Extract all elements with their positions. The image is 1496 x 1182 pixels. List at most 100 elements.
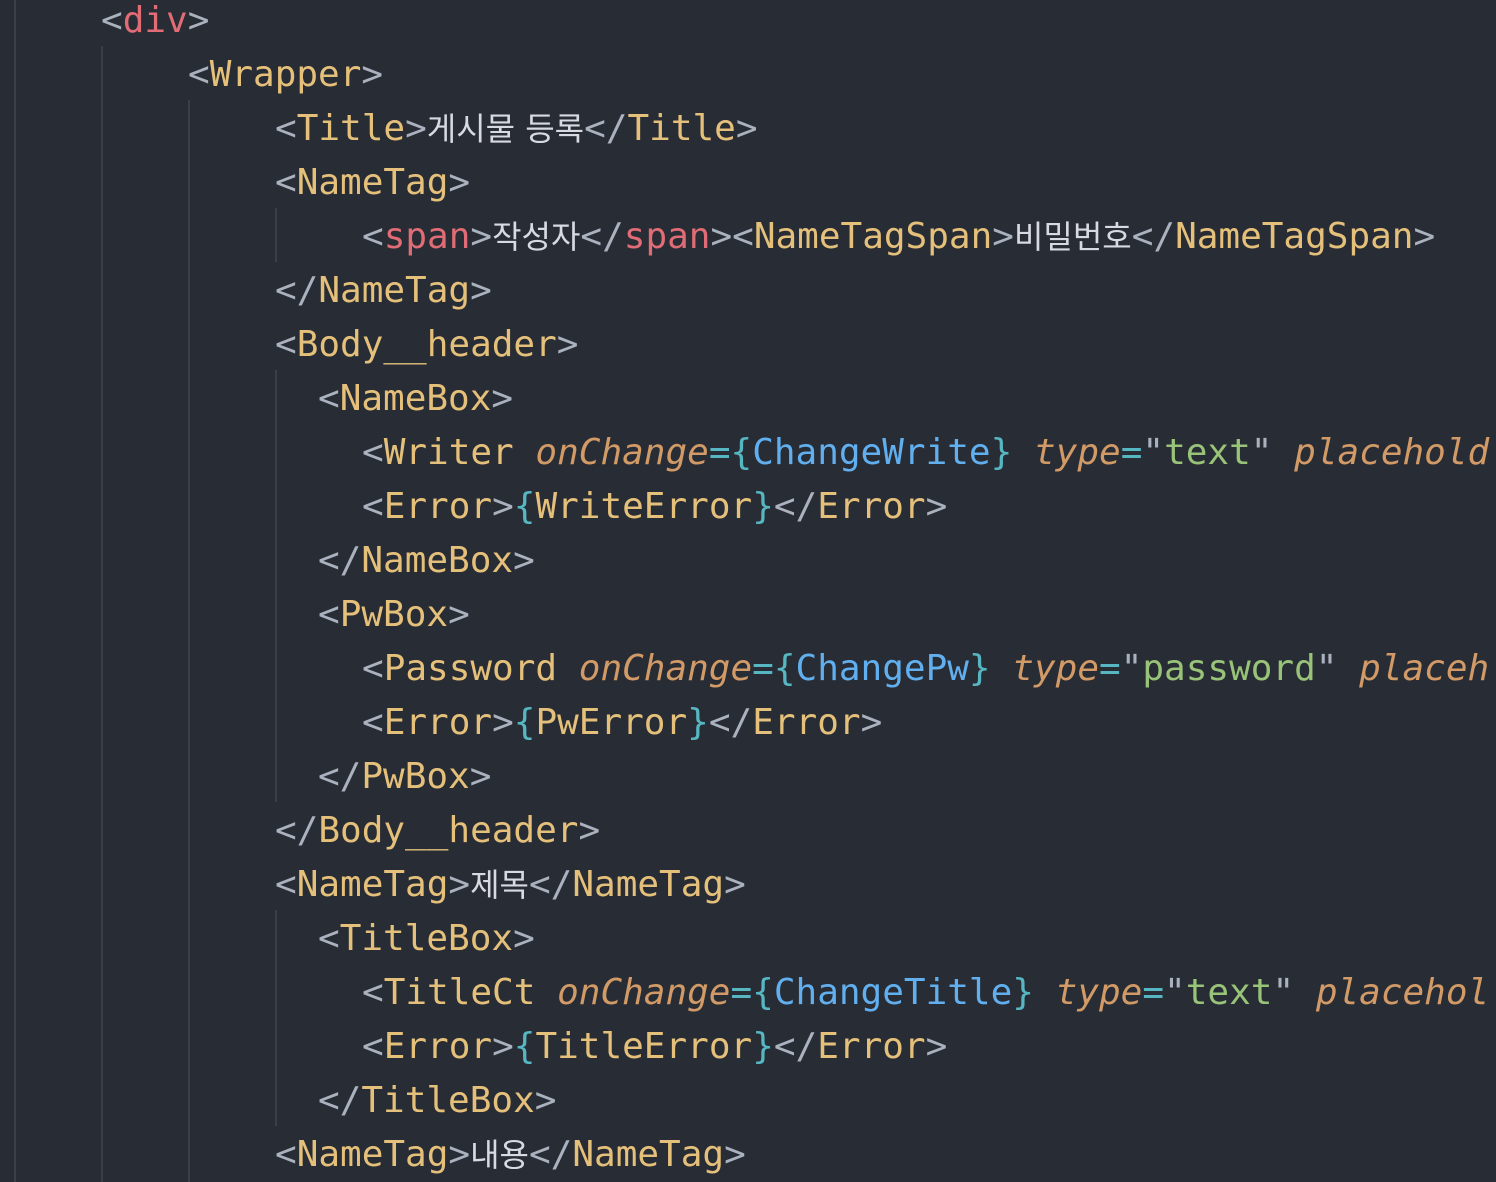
code-token: < bbox=[362, 1026, 384, 1067]
code-token: TitleError bbox=[535, 1026, 753, 1067]
code-token: < bbox=[275, 162, 297, 203]
code-token: Error bbox=[752, 702, 861, 743]
code-token: ChangePw bbox=[795, 648, 969, 689]
code-editor[interactable]: <div> <Wrapper> <Title>게시물 등록</Title> <N… bbox=[0, 0, 1496, 1182]
code-line[interactable]: <TitleBox> bbox=[318, 912, 535, 966]
code-token: </ bbox=[584, 108, 628, 149]
code-token: > bbox=[556, 324, 579, 365]
code-token: type bbox=[1012, 648, 1099, 689]
code-token: < bbox=[275, 324, 297, 365]
code-token: " bbox=[1315, 648, 1338, 689]
code-token: < bbox=[362, 972, 384, 1013]
code-token: span bbox=[623, 216, 711, 257]
code-token: PwBox bbox=[339, 594, 449, 635]
code-token: > bbox=[405, 108, 427, 149]
code-token: Error bbox=[383, 1026, 493, 1067]
code-line[interactable]: <NameBox> bbox=[318, 372, 513, 426]
code-line[interactable]: <PwBox> bbox=[318, 588, 470, 642]
code-token: > bbox=[534, 1080, 557, 1121]
code-token: < bbox=[101, 0, 123, 41]
code-token: = bbox=[1120, 432, 1143, 473]
code-token: div bbox=[122, 0, 188, 41]
code-line[interactable]: <TitleCt onChange={ChangeTitle} type="te… bbox=[362, 966, 1489, 1020]
code-line[interactable]: <Wrapper> bbox=[188, 48, 383, 102]
code-line[interactable]: <div> bbox=[101, 0, 209, 48]
code-token: = bbox=[752, 648, 774, 689]
code-token: " bbox=[1120, 648, 1143, 689]
code-line[interactable]: <Title>게시물 등록</Title> bbox=[275, 102, 758, 156]
indent-guide bbox=[275, 370, 277, 802]
code-line[interactable]: </TitleBox> bbox=[318, 1074, 556, 1128]
code-token: 작성자 bbox=[492, 218, 581, 256]
code-token: text bbox=[1185, 972, 1273, 1013]
code-token: = bbox=[708, 432, 731, 473]
code-line[interactable]: </NameBox> bbox=[318, 534, 535, 588]
code-token: Error bbox=[383, 702, 493, 743]
code-line[interactable]: <span>작성자</span><NameTagSpan>비밀번호</NameT… bbox=[362, 210, 1435, 264]
code-token: { bbox=[513, 702, 536, 743]
code-line[interactable]: <NameTag> bbox=[275, 156, 470, 210]
code-token: > bbox=[448, 1134, 471, 1175]
code-token: placehold bbox=[1294, 432, 1490, 473]
code-token: > bbox=[992, 216, 1014, 257]
code-token: " bbox=[1164, 972, 1186, 1013]
code-token: { bbox=[513, 1026, 536, 1067]
code-line[interactable]: <NameTag>제목</NameTag> bbox=[275, 858, 746, 912]
code-token: " bbox=[1250, 432, 1273, 473]
code-token: > bbox=[925, 486, 948, 527]
code-token: < bbox=[275, 864, 297, 905]
code-token: onChange bbox=[578, 648, 753, 689]
code-token: </ bbox=[773, 1026, 818, 1067]
code-line[interactable]: <Error>{WriteError}</Error> bbox=[362, 480, 947, 534]
code-token: > bbox=[469, 756, 492, 797]
code-token: TitleCt bbox=[383, 972, 536, 1013]
code-token: span bbox=[383, 216, 471, 257]
code-line[interactable]: <NameTag>내용</NameTag> bbox=[275, 1128, 746, 1182]
code-token: NameTag bbox=[296, 162, 449, 203]
code-line[interactable]: <Error>{PwError}</Error> bbox=[362, 696, 882, 750]
code-token: type bbox=[1055, 972, 1143, 1013]
code-token: > bbox=[724, 864, 746, 905]
code-token: type bbox=[1033, 432, 1121, 473]
code-token: Error bbox=[817, 486, 926, 527]
code-token: > bbox=[513, 918, 535, 959]
code-line[interactable]: <Body__header> bbox=[275, 318, 578, 372]
code-token: > bbox=[491, 378, 514, 419]
code-token: </ bbox=[580, 216, 624, 257]
code-token: > bbox=[187, 0, 210, 41]
code-token: NameTagSpan bbox=[1175, 216, 1414, 257]
code-token: NameTag bbox=[572, 1134, 725, 1175]
indent-guide bbox=[101, 46, 103, 1182]
code-token: } bbox=[1012, 972, 1034, 1013]
code-line[interactable]: <Writer onChange={ChangeWrite} type="tex… bbox=[362, 426, 1489, 480]
code-token: Title bbox=[627, 108, 736, 149]
code-line[interactable]: </Body__header> bbox=[275, 804, 600, 858]
code-token: } bbox=[968, 648, 991, 689]
code-token: NameTag bbox=[296, 864, 449, 905]
code-token: > bbox=[448, 864, 471, 905]
code-token: NameBox bbox=[361, 540, 514, 581]
code-token: </ bbox=[318, 756, 362, 797]
code-token: " bbox=[1142, 432, 1165, 473]
code-token: PwBox bbox=[361, 756, 470, 797]
code-line[interactable]: <Password onChange={ChangePw} type="pass… bbox=[362, 642, 1489, 696]
code-line[interactable]: </PwBox> bbox=[318, 750, 491, 804]
code-token: > bbox=[860, 702, 883, 743]
code-token: > bbox=[492, 486, 514, 527]
code-token: 제목 bbox=[470, 866, 529, 904]
code-token: </ bbox=[318, 1080, 362, 1121]
code-token: </ bbox=[318, 540, 362, 581]
code-line[interactable]: <Error>{TitleError}</Error> bbox=[362, 1020, 947, 1074]
code-token: NameTag bbox=[296, 1134, 449, 1175]
code-token: ChangeWrite bbox=[752, 432, 991, 473]
code-token: } bbox=[752, 486, 774, 527]
code-token: > bbox=[1413, 216, 1436, 257]
code-line[interactable]: </NameTag> bbox=[275, 264, 492, 318]
code-token: > bbox=[578, 810, 601, 851]
code-token: Wrapper bbox=[209, 54, 362, 95]
code-token: } bbox=[687, 702, 709, 743]
